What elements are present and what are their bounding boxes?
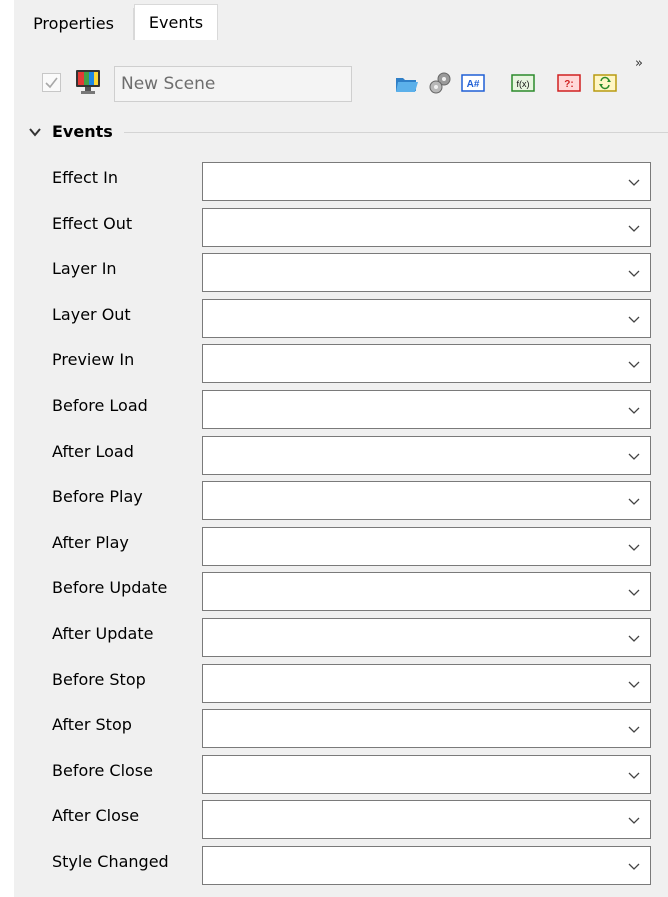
chevron-down-icon[interactable] bbox=[28, 125, 42, 139]
gears-icon[interactable] bbox=[428, 70, 454, 96]
chevron-down-icon[interactable] bbox=[628, 407, 640, 415]
checkmark-icon bbox=[45, 77, 58, 89]
event-label: After Close bbox=[52, 806, 140, 825]
event-handler-dropdown[interactable] bbox=[202, 755, 651, 794]
chevron-down-icon[interactable] bbox=[628, 453, 640, 461]
event-label: Layer Out bbox=[52, 305, 131, 324]
svg-text:?:: ?: bbox=[564, 79, 573, 90]
folder-icon[interactable] bbox=[394, 70, 420, 96]
chevron-down-icon[interactable] bbox=[628, 772, 640, 780]
event-label: Layer In bbox=[52, 259, 117, 278]
chevron-down-icon[interactable] bbox=[628, 726, 640, 734]
event-handler-dropdown[interactable] bbox=[202, 436, 651, 475]
function-icon[interactable]: f(x) bbox=[510, 70, 536, 96]
chevron-down-icon[interactable] bbox=[628, 589, 640, 597]
chevron-down-icon[interactable] bbox=[628, 179, 640, 187]
chevron-down-icon[interactable] bbox=[628, 544, 640, 552]
event-label: Before Load bbox=[52, 396, 148, 415]
chevron-down-icon[interactable] bbox=[628, 316, 640, 324]
chevron-down-icon[interactable] bbox=[628, 681, 640, 689]
event-handler-dropdown[interactable] bbox=[202, 162, 651, 201]
chevron-down-icon[interactable] bbox=[628, 361, 640, 369]
tab-events[interactable]: Events bbox=[134, 4, 218, 40]
event-label: Effect Out bbox=[52, 214, 133, 233]
chevron-down-icon[interactable] bbox=[628, 498, 640, 506]
chevron-down-icon[interactable] bbox=[628, 635, 640, 643]
event-label: After Load bbox=[52, 442, 134, 461]
event-handler-dropdown[interactable] bbox=[202, 390, 651, 429]
event-label: After Play bbox=[52, 533, 129, 552]
tab-properties[interactable]: Properties bbox=[14, 8, 134, 40]
section-title: Events bbox=[52, 122, 113, 141]
refresh-icon[interactable] bbox=[592, 70, 618, 96]
event-handler-dropdown[interactable] bbox=[202, 709, 651, 748]
event-handler-dropdown[interactable] bbox=[202, 664, 651, 703]
event-label: After Update bbox=[52, 624, 154, 643]
scene-enabled-checkbox[interactable] bbox=[42, 73, 61, 92]
event-handler-dropdown[interactable] bbox=[202, 572, 651, 611]
event-label: Preview In bbox=[52, 350, 135, 369]
event-handler-dropdown[interactable] bbox=[202, 800, 651, 839]
scene-icon bbox=[76, 70, 100, 94]
chevron-down-icon[interactable] bbox=[628, 270, 640, 278]
event-label: Effect In bbox=[52, 168, 118, 187]
svg-text:f(x): f(x) bbox=[517, 79, 530, 89]
chevron-down-icon[interactable] bbox=[628, 225, 640, 233]
event-handler-dropdown[interactable] bbox=[202, 253, 651, 292]
chevron-down-icon[interactable] bbox=[628, 817, 640, 825]
event-handler-dropdown[interactable] bbox=[202, 846, 651, 885]
tab-strip: Properties Events bbox=[14, 0, 668, 40]
event-handler-dropdown[interactable] bbox=[202, 299, 651, 338]
event-handler-dropdown[interactable] bbox=[202, 527, 651, 566]
svg-text:A#: A# bbox=[467, 79, 480, 90]
overflow-chevron-icon[interactable]: » bbox=[635, 56, 651, 71]
section-divider bbox=[124, 132, 668, 133]
event-handler-dropdown[interactable] bbox=[202, 344, 651, 383]
event-label: Before Update bbox=[52, 578, 168, 597]
event-handler-dropdown[interactable] bbox=[202, 208, 651, 247]
scene-name-input[interactable]: New Scene bbox=[114, 66, 352, 102]
event-handler-dropdown[interactable] bbox=[202, 618, 651, 657]
event-label: Style Changed bbox=[52, 852, 169, 871]
event-handler-dropdown[interactable] bbox=[202, 481, 651, 520]
event-label: Before Close bbox=[52, 761, 153, 780]
event-label: After Stop bbox=[52, 715, 132, 734]
event-label: Before Play bbox=[52, 487, 143, 506]
event-label: Before Stop bbox=[52, 670, 146, 689]
question-icon[interactable]: ?: bbox=[556, 70, 582, 96]
chevron-down-icon[interactable] bbox=[628, 863, 640, 871]
text-icon[interactable]: A# bbox=[460, 70, 486, 96]
